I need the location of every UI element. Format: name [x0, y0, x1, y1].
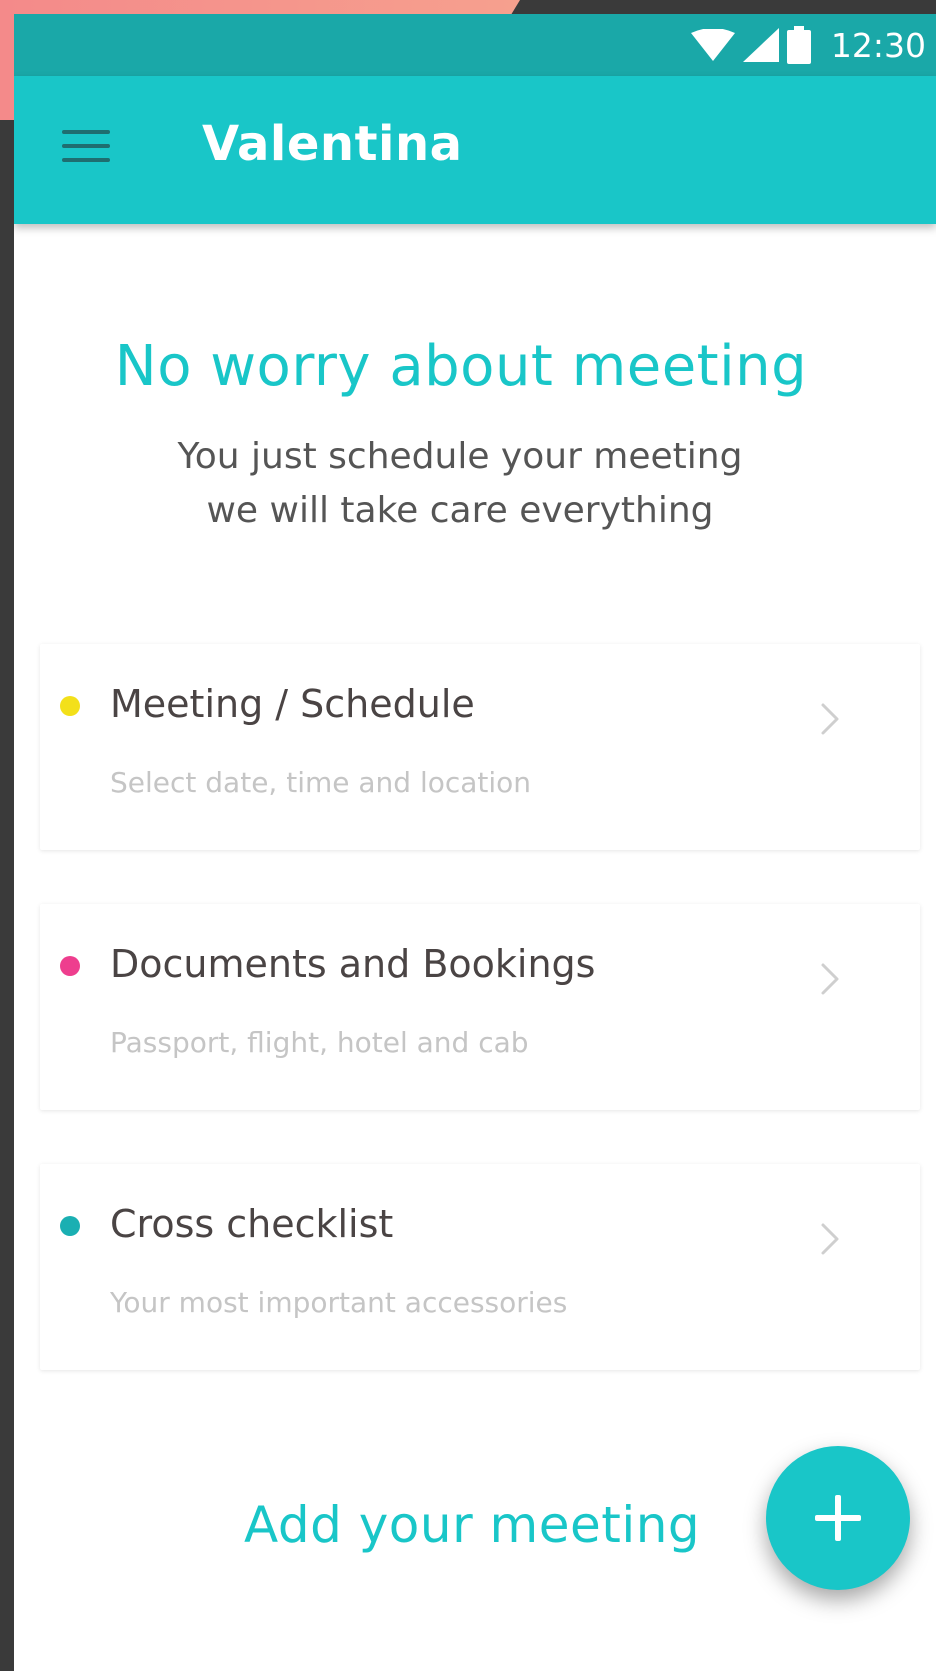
add-meeting-button[interactable]: [766, 1446, 910, 1590]
hero-subtitle: You just schedule your meeting we will t…: [14, 430, 936, 538]
hero-title: No worry about meeting: [114, 334, 808, 399]
card-title: Meeting / Schedule: [110, 682, 475, 726]
card-title: Cross checklist: [110, 1202, 394, 1246]
wifi-icon: [690, 29, 735, 61]
menu-icon[interactable]: [62, 128, 112, 164]
status-time: 12:30: [830, 25, 926, 65]
card-subtitle: Passport, flight, hotel and cab: [110, 1026, 529, 1059]
plus-icon: [815, 1495, 861, 1541]
app-title: Valentina: [202, 116, 463, 172]
card-title: Documents and Bookings: [110, 942, 596, 986]
status-bar: 12:30: [14, 14, 936, 76]
card-meeting-schedule[interactable]: Meeting / Schedule Select date, time and…: [40, 644, 920, 850]
chevron-right-icon: [821, 703, 839, 735]
chevron-right-icon: [821, 1223, 839, 1255]
add-meeting-label[interactable]: Add your meeting: [244, 1496, 700, 1554]
card-status-dot: [60, 696, 80, 716]
card-subtitle: Your most important accessories: [110, 1286, 568, 1319]
hero-subtitle-line2: we will take care everything: [206, 490, 714, 531]
app-bar: Valentina: [14, 76, 936, 224]
card-status-dot: [60, 1216, 80, 1236]
hero-subtitle-line1: You just schedule your meeting: [177, 436, 743, 477]
card-documents-bookings[interactable]: Documents and Bookings Passport, flight,…: [40, 904, 920, 1110]
signal-icon: [742, 28, 779, 62]
status-icons: 12:30: [690, 24, 926, 66]
card-subtitle: Select date, time and location: [110, 766, 532, 799]
card-cross-checklist[interactable]: Cross checklist Your most important acce…: [40, 1164, 920, 1370]
chevron-right-icon: [821, 963, 839, 995]
phone-screen: 12:30 Valentina No worry about meeting Y…: [14, 14, 936, 1671]
card-status-dot: [60, 956, 80, 976]
battery-icon: [786, 26, 811, 64]
